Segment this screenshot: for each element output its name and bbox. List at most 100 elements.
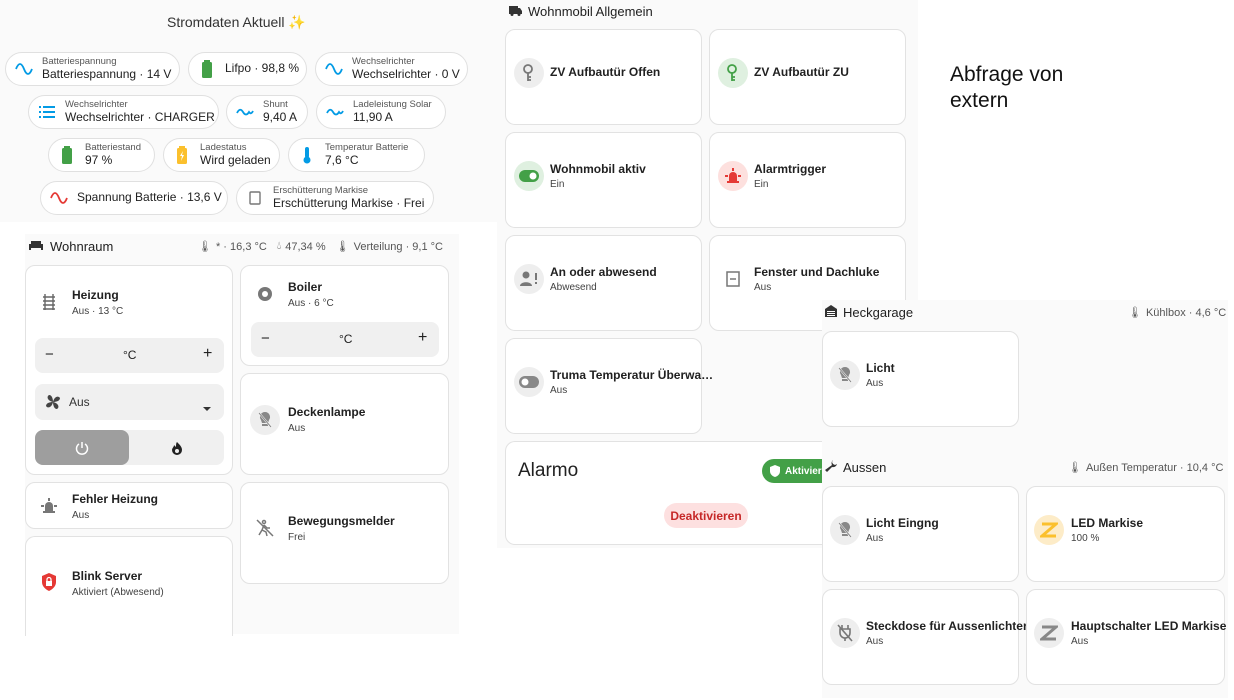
- alarmtrigger-state: Ein: [754, 179, 769, 190]
- fehler-heizung-title: Fehler Heizung: [72, 492, 159, 506]
- chip-batteriespannung[interactable]: Batteriespannung Batteriespannung · 14 V: [5, 52, 180, 86]
- chip-value: 7,6 °C: [325, 152, 359, 167]
- current-wave-icon: [235, 102, 255, 122]
- key-unlocked-icon[interactable]: [514, 58, 544, 88]
- chip-wechselrichter-status[interactable]: Wechselrichter Wechselrichter · CHARGER: [28, 95, 219, 129]
- zv-offen-card[interactable]: ZV Aufbautür Offen: [505, 29, 702, 125]
- extern-line2: extern: [950, 89, 1009, 112]
- deckenlampe-title: Deckenlampe: [288, 405, 366, 419]
- alarm-light-icon[interactable]: [34, 491, 64, 521]
- stromdaten-panel: Stromdaten Aktuell ✨ Batteriespannung Bat…: [0, 0, 497, 222]
- heckgarage-title: Heckgarage: [843, 305, 914, 320]
- key-locked-icon[interactable]: [718, 58, 748, 88]
- stromdaten-title: Stromdaten Aktuell ✨: [167, 14, 306, 30]
- truma-card[interactable]: Truma Temperatur Überwa… Aus: [505, 338, 713, 434]
- chip-erschuetterung-markise[interactable]: Erschütterung Markise Erschütterung Marki…: [236, 181, 434, 215]
- chip-value: Wechselrichter · CHARGER: [65, 109, 215, 124]
- aussen-title: Aussen: [843, 460, 887, 475]
- kuehlbox-temp: Kühlbox · 4,6 °C: [1145, 306, 1227, 319]
- power-off-button[interactable]: [35, 430, 129, 465]
- licht-eingang-state: Aus: [866, 533, 884, 544]
- lightbulb-off-icon[interactable]: [830, 360, 860, 390]
- wrench-icon: [825, 460, 837, 475]
- heat-mode-button[interactable]: [129, 430, 224, 465]
- heizung-fan-mode-select[interactable]: Aus: [35, 384, 224, 420]
- boiler-plus-button[interactable]: +: [418, 329, 427, 347]
- shield-lock-icon[interactable]: [34, 567, 64, 597]
- power-plug-off-icon[interactable]: [830, 618, 860, 648]
- zv-zu-card[interactable]: ZV Aufbautür ZU: [709, 29, 906, 125]
- heckgarage-licht-title: Licht: [866, 361, 895, 375]
- deckenlampe-card[interactable]: Deckenlampe Aus: [240, 373, 449, 475]
- radiator-icon[interactable]: [34, 287, 64, 317]
- heizung-plus-button[interactable]: +: [203, 345, 212, 363]
- chip-spannung-batterie[interactable]: Spannung Batterie · 13,6 V: [40, 181, 228, 215]
- motion-sensor-off-icon[interactable]: [250, 513, 280, 543]
- deaktivieren-button[interactable]: Deaktivieren: [664, 503, 748, 528]
- power-icon: [75, 441, 89, 455]
- chip-value: Erschütterung Markise · Frei: [273, 195, 425, 210]
- licht-eingang-card[interactable]: Licht Eingng Aus: [822, 486, 1019, 582]
- chip-temperatur-batterie[interactable]: Temperatur Batterie 7,6 °C: [288, 138, 425, 172]
- truma-state: Aus: [550, 385, 568, 396]
- heizung-title: Heizung: [72, 288, 119, 302]
- aussen-meta: 🌡︎ Außen Temperatur · 10,4 °C: [1068, 461, 1223, 475]
- toggle-off-icon[interactable]: [514, 367, 544, 397]
- bewegungsmelder-card[interactable]: Bewegungsmelder Frei: [240, 482, 449, 584]
- alarm-light-icon[interactable]: [718, 161, 748, 191]
- zv-offen-title: ZV Aufbautür Offen: [550, 65, 661, 79]
- hauptschalter-led-markise-card[interactable]: Hauptschalter LED Markise Aus: [1026, 589, 1227, 685]
- steckdose-card[interactable]: Steckdose für Aussenlichter Aus: [822, 589, 1028, 685]
- lightbulb-off-icon[interactable]: [830, 515, 860, 545]
- account-alert-icon[interactable]: [514, 264, 544, 294]
- chip-shunt[interactable]: Shunt 9,40 A: [226, 95, 308, 129]
- anwesenheit-card[interactable]: An oder abwesend Abwesend: [505, 235, 702, 331]
- blink-server-state: Aktiviert (Abwesend): [72, 587, 164, 598]
- truma-title: Truma Temperatur Überwa…: [550, 368, 714, 382]
- extern-note: Abfrage von extern: [950, 62, 1063, 114]
- blink-server-card[interactable]: Blink Server Aktiviert (Abwesend): [25, 536, 233, 636]
- shield-check-icon: [770, 465, 780, 477]
- sine-wave-icon: [49, 188, 69, 208]
- led-strip-off-icon[interactable]: [1034, 618, 1064, 648]
- steckdose-title: Steckdose für Aussenlichter: [866, 619, 1028, 633]
- fan-mode-value: Aus: [69, 395, 90, 409]
- heizung-minus-button[interactable]: −: [45, 346, 54, 363]
- sparkle-icon: ✨: [288, 14, 306, 30]
- chip-value: 11,90 A: [353, 109, 393, 124]
- boiler-title: Boiler: [288, 280, 323, 294]
- alarmo-card: Alarmo Aktivier Deaktivieren: [505, 441, 836, 545]
- chip-lifpo[interactable]: Lifpo · 98,8 %: [188, 52, 307, 86]
- anwesenheit-title: An oder abwesend: [550, 265, 657, 279]
- lightbulb-off-icon[interactable]: [250, 405, 280, 435]
- alarmtrigger-card[interactable]: Alarmtrigger Ein: [709, 132, 906, 228]
- chip-batteriestand[interactable]: Batteriestand 97 %: [48, 138, 155, 172]
- wave-icon: [14, 59, 34, 79]
- fan-icon: [44, 393, 62, 416]
- chip-ladeleistung-solar[interactable]: Ladeleistung Solar 11,90 A: [316, 95, 446, 129]
- current-wave-icon: [325, 102, 345, 122]
- wohnmobil-title: Wohnmobil Allgemein: [528, 4, 653, 19]
- sofa-icon: [28, 239, 44, 254]
- hauptschalter-title: Hauptschalter LED Markise: [1071, 619, 1227, 633]
- window-closed-icon[interactable]: [718, 264, 748, 294]
- wohnmobil-aktiv-card[interactable]: Wohnmobil aktiv Ein: [505, 132, 702, 228]
- boiler-icon[interactable]: [250, 279, 280, 309]
- wohnraum-header: Wohnraum: [28, 239, 113, 254]
- blink-server-title: Blink Server: [72, 569, 143, 583]
- chevron-down-icon: [202, 399, 212, 417]
- led-strip-on-icon[interactable]: [1034, 515, 1064, 545]
- chip-ladestatus[interactable]: Ladestatus Wird geladen: [163, 138, 280, 172]
- fehler-heizung-card[interactable]: Fehler Heizung Aus: [25, 482, 233, 529]
- boiler-minus-button[interactable]: −: [261, 330, 270, 347]
- toggle-on-icon[interactable]: [514, 161, 544, 191]
- extern-line1: Abfrage von: [950, 63, 1064, 86]
- wohnmobil-aktiv-state: Ein: [550, 179, 565, 190]
- led-markise-card[interactable]: LED Markise 100 %: [1026, 486, 1225, 582]
- thermometer-icon: 🌡︎: [335, 241, 350, 253]
- heizung-temp-control: − °C +: [35, 338, 224, 373]
- hauptschalter-state: Aus: [1071, 636, 1089, 647]
- chip-wechselrichter-volt[interactable]: Wechselrichter Wechselrichter · 0 V: [315, 52, 468, 86]
- thermometer-icon: [297, 145, 317, 165]
- heckgarage-licht-card[interactable]: Licht Aus: [822, 331, 1019, 427]
